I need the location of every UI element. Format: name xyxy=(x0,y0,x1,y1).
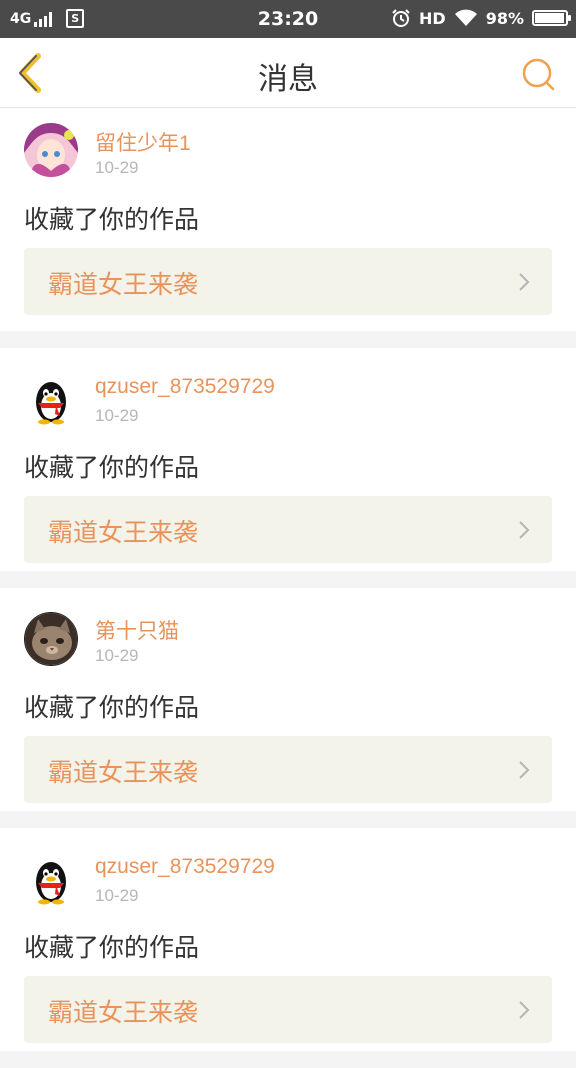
message-card: 第十只猫 10-29 收藏了你的作品 霸道女王来袭 xyxy=(0,588,576,811)
battery-icon xyxy=(532,10,571,26)
work-title: 霸道女王来袭 xyxy=(48,518,199,547)
chevron-right-icon xyxy=(519,761,530,779)
username[interactable]: 第十只猫 xyxy=(95,615,179,645)
username[interactable]: 留住少年1 xyxy=(95,127,191,157)
work-link[interactable]: 霸道女王来袭 xyxy=(24,248,552,315)
message-card: 留住少年1 10-29 收藏了你的作品 霸道女王来袭 xyxy=(0,108,576,331)
work-title: 霸道女王来袭 xyxy=(48,270,199,299)
page-title: 消息 xyxy=(258,62,318,97)
message-date: 10-29 xyxy=(95,158,139,177)
battery-percent: 98% xyxy=(485,8,524,28)
search-icon[interactable] xyxy=(520,56,556,92)
battery-fill xyxy=(535,13,565,23)
work-link[interactable]: 霸道女王来袭 xyxy=(24,736,552,803)
anime-girl-avatar[interactable] xyxy=(24,123,78,177)
chevron-right-icon xyxy=(519,273,530,291)
work-title: 霸道女王来袭 xyxy=(48,758,199,787)
status-bar: 4G S 23:20 HD 98% xyxy=(0,0,576,38)
work-link[interactable]: 霸道女王来袭 xyxy=(24,976,552,1043)
work-link[interactable]: 霸道女王来袭 xyxy=(24,496,552,563)
status-right: HD 98% xyxy=(391,8,571,28)
chevron-right-icon xyxy=(519,1001,530,1019)
penguin-avatar[interactable] xyxy=(24,852,78,906)
message-date: 10-29 xyxy=(95,886,139,905)
action-text: 收藏了你的作品 xyxy=(24,693,200,722)
username[interactable]: qzuser_873529729 xyxy=(95,855,275,879)
cat-avatar[interactable] xyxy=(24,612,78,666)
penguin-avatar[interactable] xyxy=(24,372,78,426)
action-text: 收藏了你的作品 xyxy=(24,933,200,962)
message-date: 10-29 xyxy=(95,646,139,665)
hd-label: HD xyxy=(419,8,446,28)
message-card: qzuser_873529729 10-29 收藏了你的作品 霸道女王来袭 xyxy=(0,828,576,1051)
message-date: 10-29 xyxy=(95,406,139,425)
alarm-icon xyxy=(392,9,410,27)
nav-bar: 消息 xyxy=(0,38,576,108)
username[interactable]: qzuser_873529729 xyxy=(95,375,275,399)
message-card: qzuser_873529729 10-29 收藏了你的作品 霸道女王来袭 xyxy=(0,348,576,571)
action-text: 收藏了你的作品 xyxy=(24,453,200,482)
wifi-icon xyxy=(454,9,477,26)
chevron-right-icon xyxy=(519,521,530,539)
message-list: 留住少年1 10-29 收藏了你的作品 霸道女王来袭 qzuser_873529… xyxy=(0,108,576,1068)
action-text: 收藏了你的作品 xyxy=(24,205,200,234)
